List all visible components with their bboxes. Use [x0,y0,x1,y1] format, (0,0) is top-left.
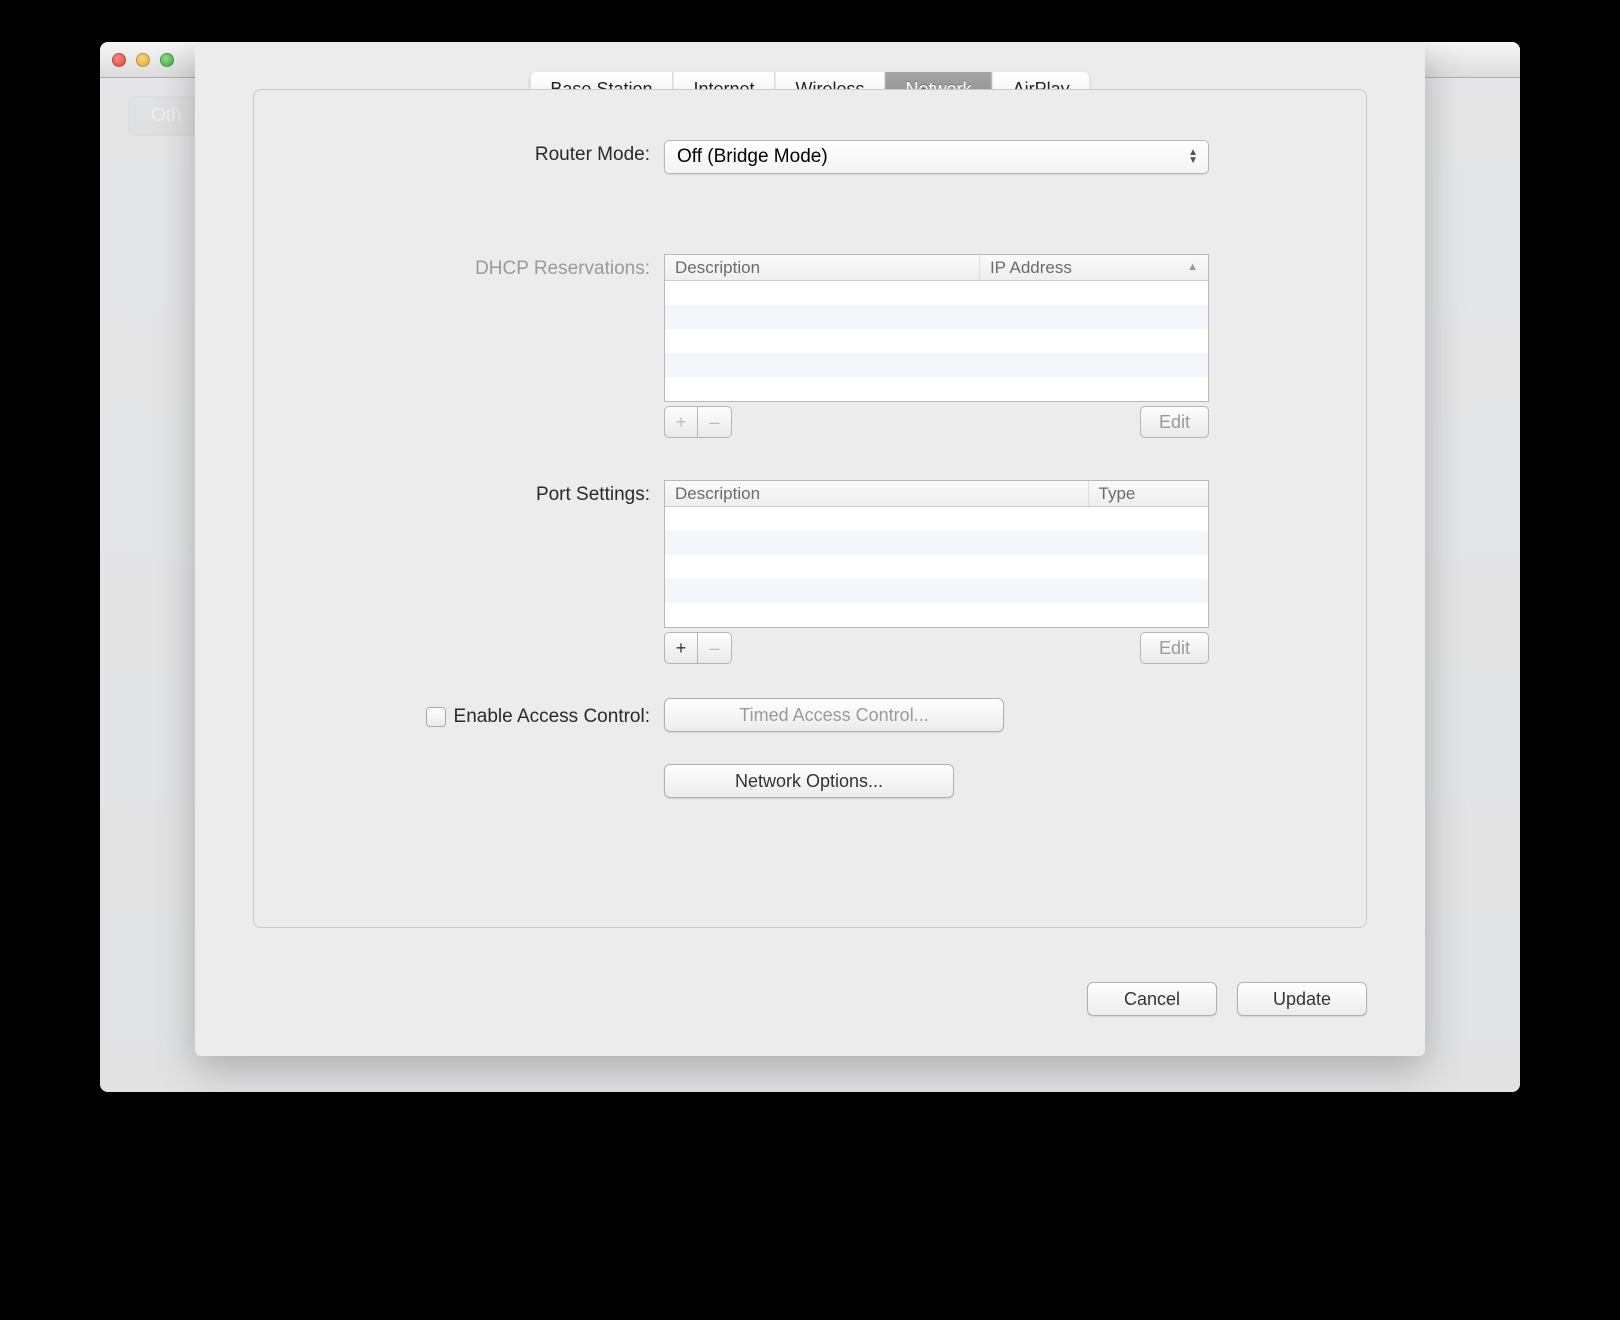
list-item [665,377,1208,401]
port-col-description[interactable]: Description [665,481,1089,506]
list-item [665,329,1208,353]
dhcp-remove-button[interactable]: – [698,406,732,438]
app-window: AirPort Utility Oth Base Station Interne… [100,42,1520,1092]
enable-access-control-checkbox[interactable] [426,707,446,727]
router-mode-label: Router Mode: [254,140,664,166]
port-settings-list[interactable]: Description Type [664,480,1209,628]
list-item [665,555,1208,579]
router-mode-value: Off (Bridge Mode) [677,146,828,168]
port-list-body [665,507,1208,627]
chevron-updown-icon: ▲▼ [1188,149,1198,165]
settings-sheet: Base Station Internet Wireless Network A… [195,42,1425,1056]
dhcp-col-description[interactable]: Description [665,255,980,280]
list-item [665,305,1208,329]
list-item [665,603,1208,627]
dhcp-list-header: Description IP Address [665,255,1208,281]
port-col-type[interactable]: Type [1089,481,1208,506]
enable-access-control-label: Enable Access Control: [454,706,650,728]
network-panel: Router Mode: Off (Bridge Mode) ▲▼ DHCP R… [253,89,1367,928]
dhcp-add-button[interactable]: + [664,406,698,438]
list-item [665,531,1208,555]
cancel-button[interactable]: Cancel [1087,982,1217,1016]
list-item [665,353,1208,377]
dhcp-reservations-list[interactable]: Description IP Address [664,254,1209,402]
sheet-footer: Cancel Update [1087,982,1367,1016]
network-options-button[interactable]: Network Options... [664,764,954,798]
port-list-header: Description Type [665,481,1208,507]
close-icon[interactable] [112,53,126,67]
router-mode-dropdown[interactable]: Off (Bridge Mode) ▲▼ [664,140,1209,174]
traffic-lights [112,53,174,67]
dhcp-edit-button[interactable]: Edit [1140,406,1209,438]
list-item [665,281,1208,305]
list-item [665,507,1208,531]
update-button[interactable]: Update [1237,982,1367,1016]
zoom-icon[interactable] [160,53,174,67]
port-add-button[interactable]: + [664,632,698,664]
dhcp-list-body [665,281,1208,401]
port-settings-label: Port Settings: [254,480,664,506]
dhcp-col-ip[interactable]: IP Address [980,255,1208,280]
list-item [665,579,1208,603]
port-remove-button[interactable]: – [698,632,732,664]
dhcp-reservations-label: DHCP Reservations: [254,254,664,280]
port-edit-button[interactable]: Edit [1140,632,1209,664]
timed-access-control-button[interactable]: Timed Access Control... [664,698,1004,732]
minimize-icon[interactable] [136,53,150,67]
enable-access-control-row: Enable Access Control: [254,702,664,728]
